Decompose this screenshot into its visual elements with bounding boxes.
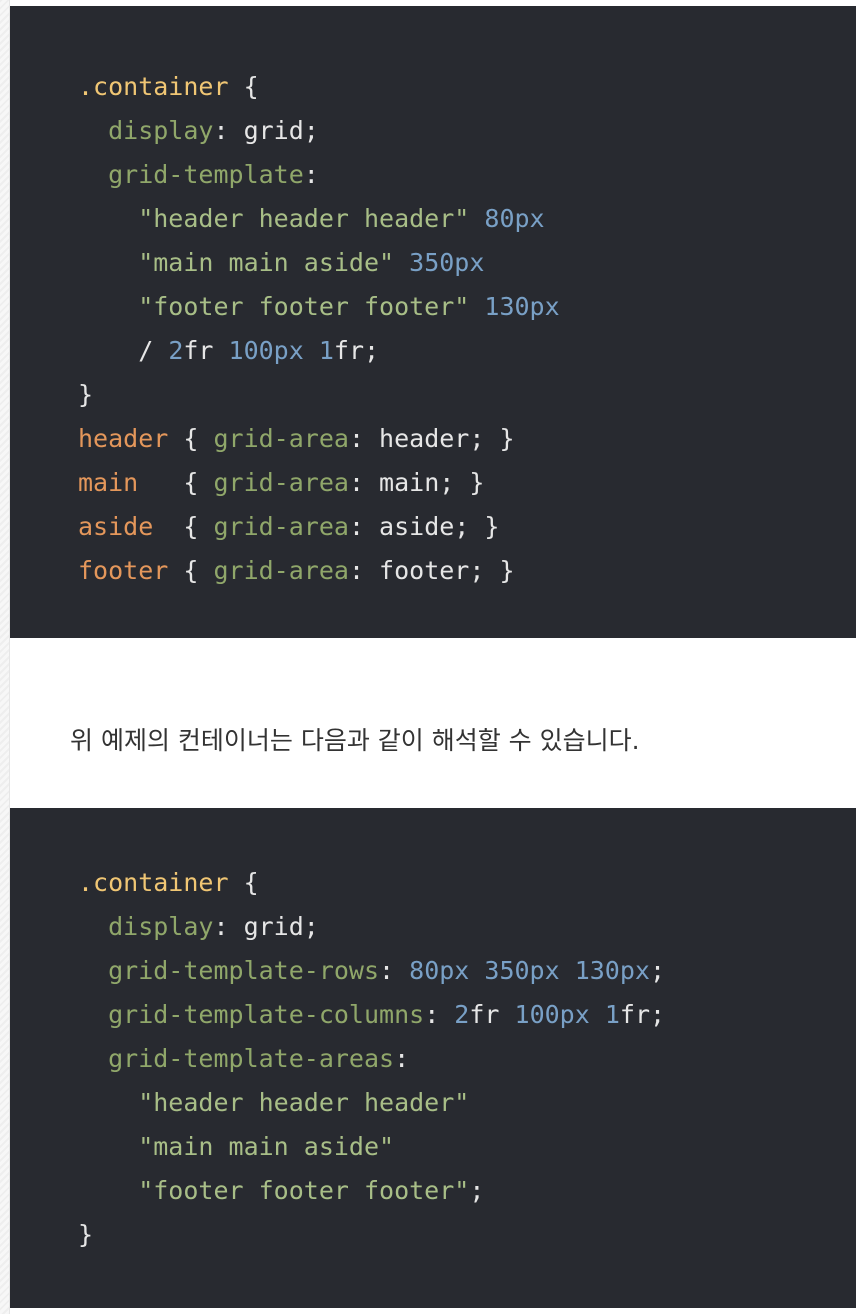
code-token: 2 bbox=[168, 336, 184, 365]
code-token: { bbox=[228, 868, 259, 897]
code-token: fr bbox=[183, 336, 229, 365]
code-token: 350px bbox=[409, 248, 485, 277]
code-token: grid-area bbox=[213, 512, 349, 541]
code-line: grid-template: bbox=[78, 153, 856, 197]
code-line: grid-template-rows: 80px 350px 130px; bbox=[78, 949, 856, 993]
code-token: grid-template-columns bbox=[78, 1000, 425, 1029]
code-line: "header header header" 80px bbox=[78, 197, 856, 241]
code-line: } bbox=[78, 1213, 856, 1257]
code-line: grid-template-columns: 2fr 100px 1fr; bbox=[78, 993, 856, 1037]
code-token: grid-area bbox=[213, 424, 349, 453]
code-line: grid-template-areas: bbox=[78, 1037, 856, 1081]
code-block-expanded: .container { display: grid; grid-templat… bbox=[10, 808, 856, 1308]
code-token: { bbox=[168, 424, 214, 453]
code-line: display: grid; bbox=[78, 905, 856, 949]
code-token: fr; bbox=[333, 336, 380, 365]
code-token: fr bbox=[469, 1000, 515, 1029]
code-token: : main; } bbox=[348, 468, 485, 497]
code-token: : bbox=[394, 1044, 410, 1073]
code-line: "main main aside" bbox=[78, 1125, 856, 1169]
code-token: { bbox=[228, 72, 259, 101]
code-token: "header header header" bbox=[78, 204, 470, 233]
code-token: grid-area bbox=[213, 556, 349, 585]
code-token: grid-area bbox=[213, 468, 349, 497]
code-line: / 2fr 100px 1fr; bbox=[78, 329, 856, 373]
code-token: header bbox=[78, 424, 169, 453]
code-token: : bbox=[379, 956, 410, 985]
code-token: 130px bbox=[484, 292, 560, 321]
code-token: display bbox=[78, 912, 214, 941]
code-token: : aside; } bbox=[348, 512, 500, 541]
code-token: } bbox=[78, 1220, 94, 1249]
code-token: / bbox=[78, 336, 169, 365]
code-token: { bbox=[153, 512, 214, 541]
code-token: { bbox=[138, 468, 214, 497]
page-left-edge bbox=[0, 0, 10, 1314]
code-token: 100px bbox=[514, 1000, 590, 1029]
code-line: header { grid-area: header; } bbox=[78, 417, 856, 461]
code-token: 80px 350px 130px bbox=[409, 956, 650, 985]
code-line: .container { bbox=[78, 861, 856, 905]
code-token: ; bbox=[649, 956, 666, 985]
code-token: .container bbox=[78, 72, 229, 101]
code-line: } bbox=[78, 373, 856, 417]
code-token: 2 bbox=[454, 1000, 470, 1029]
code-token: 80px bbox=[484, 204, 545, 233]
code-token: "footer footer footer" bbox=[78, 1176, 470, 1205]
code-token: "header header header" bbox=[78, 1088, 470, 1117]
code-token: : header; } bbox=[348, 424, 515, 453]
code-token: fr; bbox=[619, 1000, 666, 1029]
code-line: display: grid; bbox=[78, 109, 856, 153]
code-token: grid-template bbox=[78, 160, 304, 189]
code-token: "main main aside" bbox=[78, 248, 395, 277]
code-token: "footer footer footer" bbox=[78, 292, 470, 321]
code-token: "main main aside" bbox=[78, 1132, 395, 1161]
code-token: footer bbox=[78, 556, 169, 585]
code-token: { bbox=[168, 556, 214, 585]
code-token: aside bbox=[78, 512, 154, 541]
code-token: 1 bbox=[318, 336, 334, 365]
code-token: ; bbox=[469, 1176, 485, 1205]
code-token: main bbox=[78, 468, 139, 497]
code-line: main { grid-area: main; } bbox=[78, 461, 856, 505]
code-line: "header header header" bbox=[78, 1081, 856, 1125]
code-line: "footer footer footer" 130px bbox=[78, 285, 856, 329]
code-token: : grid; bbox=[213, 116, 319, 145]
code-line: .container { bbox=[78, 65, 856, 109]
code-token: grid-template-areas bbox=[78, 1044, 395, 1073]
code-line: footer { grid-area: footer; } bbox=[78, 549, 856, 593]
code-token: : bbox=[303, 160, 319, 189]
code-line: "main main aside" 350px bbox=[78, 241, 856, 285]
code-token: : footer; } bbox=[348, 556, 515, 585]
code-token: .container bbox=[78, 868, 229, 897]
code-token: : bbox=[424, 1000, 455, 1029]
paragraph-explanation: 위 예제의 컨테이너는 다음과 같이 해석할 수 있습니다. bbox=[70, 726, 640, 755]
code-token: display bbox=[78, 116, 214, 145]
code-token: grid-template-rows bbox=[78, 956, 380, 985]
code-line: "footer footer footer"; bbox=[78, 1169, 856, 1213]
code-token: 100px bbox=[228, 336, 304, 365]
code-token: 1 bbox=[604, 1000, 620, 1029]
code-block-grid-template: .container { display: grid; grid-templat… bbox=[10, 6, 856, 638]
code-line: aside { grid-area: aside; } bbox=[78, 505, 856, 549]
code-token: : grid; bbox=[213, 912, 319, 941]
code-token: } bbox=[78, 380, 94, 409]
